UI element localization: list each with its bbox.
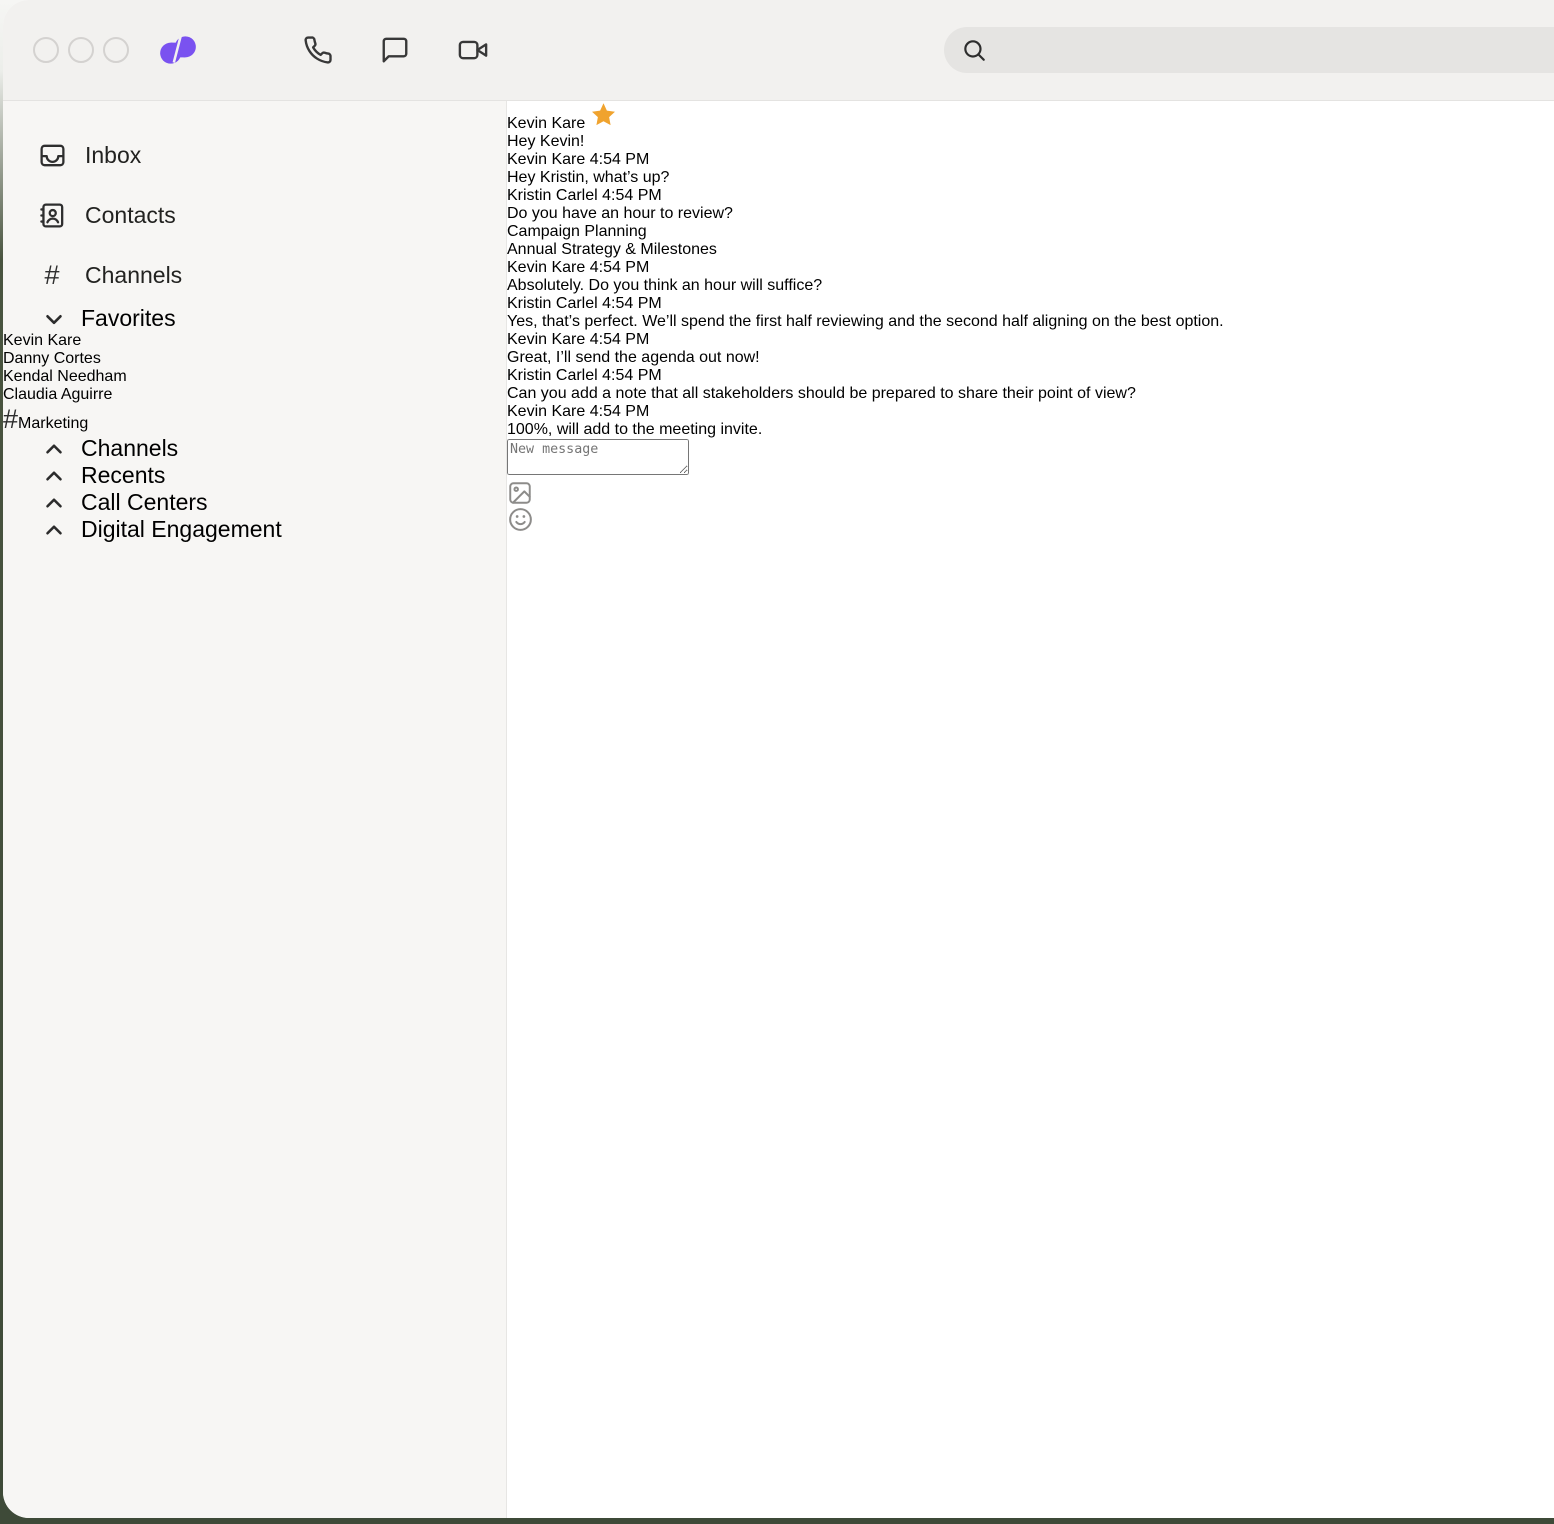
message-author: Kristin Carlel (507, 367, 598, 384)
video-icon[interactable] (457, 35, 489, 65)
favorites-list: Kevin Kare Danny Cortes Kendal Needham C… (3, 332, 506, 435)
search-bar[interactable] (944, 27, 1554, 73)
hash-icon: # (37, 260, 67, 291)
message-timestamp: 4:54 PM (602, 187, 662, 204)
chat-icon[interactable] (380, 35, 410, 65)
message-timestamp: 4:54 PM (602, 367, 662, 384)
sidebar-item-claudia-aguirre[interactable]: Claudia Aguirre (3, 386, 506, 404)
message-text: Hey Kristin, what’s up? (507, 169, 1224, 187)
message-author: Kevin Kare (507, 403, 585, 420)
message-text: 100%, will add to the meeting invite. (507, 421, 1224, 439)
chevron-up-icon (41, 517, 67, 543)
favorite-item-label: Danny Cortes (3, 350, 101, 367)
sidebar-item-label: Inbox (85, 142, 141, 169)
window-titlebar (3, 0, 1554, 101)
message-timestamp: 4:54 PM (590, 259, 650, 276)
message-clipped: Hey Kevin! (507, 133, 1224, 151)
phone-icon[interactable] (303, 35, 333, 65)
sidebar-item-danny-cortes[interactable]: Danny Cortes (3, 350, 506, 368)
chevron-up-icon (41, 436, 67, 462)
section-header-channels[interactable]: Channels (3, 435, 506, 462)
message: Kevin Kare 4:54 PM 100%, will add to the… (507, 403, 1224, 439)
sidebar-item-label: Contacts (85, 202, 176, 229)
conversation-header: Kevin Kare (507, 101, 1224, 133)
message-composer (507, 439, 1224, 533)
message-text: Absolutely. Do you think an hour will su… (507, 277, 1224, 295)
sidebar-item-marketing[interactable]: #Marketing (3, 404, 506, 435)
conversation-pane: Kevin Kare Hey Kevin! Kev (507, 101, 1224, 1518)
chevron-up-icon (41, 463, 67, 489)
inbox-icon (37, 141, 67, 170)
window-close-button[interactable] (33, 37, 59, 63)
message-text: Yes, that’s perfect. We’ll spend the fir… (507, 313, 1224, 331)
dialpad-logo (155, 29, 201, 71)
chevron-up-icon (41, 490, 67, 516)
composer-toolbar (507, 480, 1224, 533)
message-list: Hey Kevin! Kevin Kare 4:54 PM Hey Kristi… (507, 133, 1224, 439)
window-minimize-button[interactable] (68, 37, 94, 63)
attachment-subtitle: Annual Strategy & Milestones (507, 241, 1224, 259)
sidebar-item-inbox[interactable]: Inbox (3, 125, 506, 185)
message-author: Kevin Kare (507, 259, 585, 276)
sidebar-item-label: Channels (85, 262, 182, 289)
section-header-recents[interactable]: Recents (3, 462, 506, 489)
main-layout: Inbox Contacts # Channels Favorites Kevi… (3, 101, 1554, 1518)
message: Kristin Carlel 4:54 PM Yes, that’s perfe… (507, 295, 1224, 331)
sidebar-item-channels[interactable]: # Channels (3, 245, 506, 305)
sidebar-item-contacts[interactable]: Contacts (3, 185, 506, 245)
chevron-down-icon (41, 306, 67, 332)
search-input[interactable] (997, 36, 1554, 64)
attachment-title: Campaign Planning (507, 223, 1224, 241)
message-text: Can you add a note that all stakeholders… (507, 385, 1224, 403)
section-header-call-centers[interactable]: Call Centers (3, 489, 506, 516)
section-header-digital-engagement[interactable]: Digital Engagement (3, 516, 506, 543)
sidebar-nav: Inbox Contacts # Channels (3, 125, 506, 305)
section-label: Call Centers (81, 489, 208, 516)
section-label: Channels (81, 435, 178, 462)
conversation-title: Kevin Kare (507, 115, 585, 132)
message-author: Kristin Carlel (507, 295, 598, 312)
contacts-icon (37, 201, 67, 230)
favorite-item-label: Claudia Aguirre (3, 386, 112, 403)
message-author: Kevin Kare (507, 331, 585, 348)
window-controls (33, 37, 129, 63)
message: Kevin Kare 4:54 PM Hey Kristin, what’s u… (507, 151, 1224, 187)
search-icon (961, 37, 987, 63)
message: Kevin Kare 4:54 PM Great, I’ll send the … (507, 331, 1224, 367)
message: Kevin Kare 4:54 PM Absolutely. Do you th… (507, 259, 1224, 295)
favorite-item-label: Kendal Needham (3, 368, 127, 385)
message: Kristin Carlel 4:54 PM Can you add a not… (507, 367, 1224, 403)
new-message-input[interactable] (507, 439, 689, 475)
favorites-label: Favorites (81, 305, 176, 332)
sidebar-item-kevin-kare[interactable]: Kevin Kare (3, 332, 506, 350)
section-label: Recents (81, 462, 165, 489)
window-zoom-button[interactable] (103, 37, 129, 63)
favorite-item-label: Marketing (18, 415, 88, 432)
sidebar: Inbox Contacts # Channels Favorites Kevi… (3, 101, 507, 1518)
image-icon[interactable] (507, 480, 533, 506)
favorites-section-header[interactable]: Favorites (3, 305, 506, 332)
message-text: Do you have an hour to review? (507, 205, 1224, 223)
message-timestamp: 4:54 PM (590, 403, 650, 420)
message-timestamp: 4:54 PM (602, 295, 662, 312)
message-timestamp: 4:54 PM (590, 151, 650, 168)
emoji-icon[interactable] (507, 506, 534, 533)
section-label: Digital Engagement (81, 516, 282, 543)
message: Kristin Carlel 4:54 PM Do you have an ho… (507, 187, 1224, 259)
message-text: Hey Kevin! (507, 133, 1224, 151)
message-timestamp: 4:54 PM (590, 331, 650, 348)
hash-icon: # (3, 415, 18, 432)
sidebar-item-kendal-needham[interactable]: Kendal Needham (3, 368, 506, 386)
sidebar-sections: Channels Recents Call Centers Digital En… (3, 435, 506, 543)
favorite-item-label: Kevin Kare (3, 332, 81, 349)
message-author: Kristin Carlel (507, 187, 598, 204)
message-author: Kevin Kare (507, 151, 585, 168)
topbar-actions (303, 35, 489, 65)
message-text: Great, I’ll send the agenda out now! (507, 349, 1224, 367)
attachment-campaign-planning[interactable]: Campaign Planning Annual Strategy & Mile… (507, 223, 1224, 259)
favorite-star-icon[interactable] (590, 115, 617, 132)
app-window: Inbox Contacts # Channels Favorites Kevi… (3, 0, 1554, 1518)
